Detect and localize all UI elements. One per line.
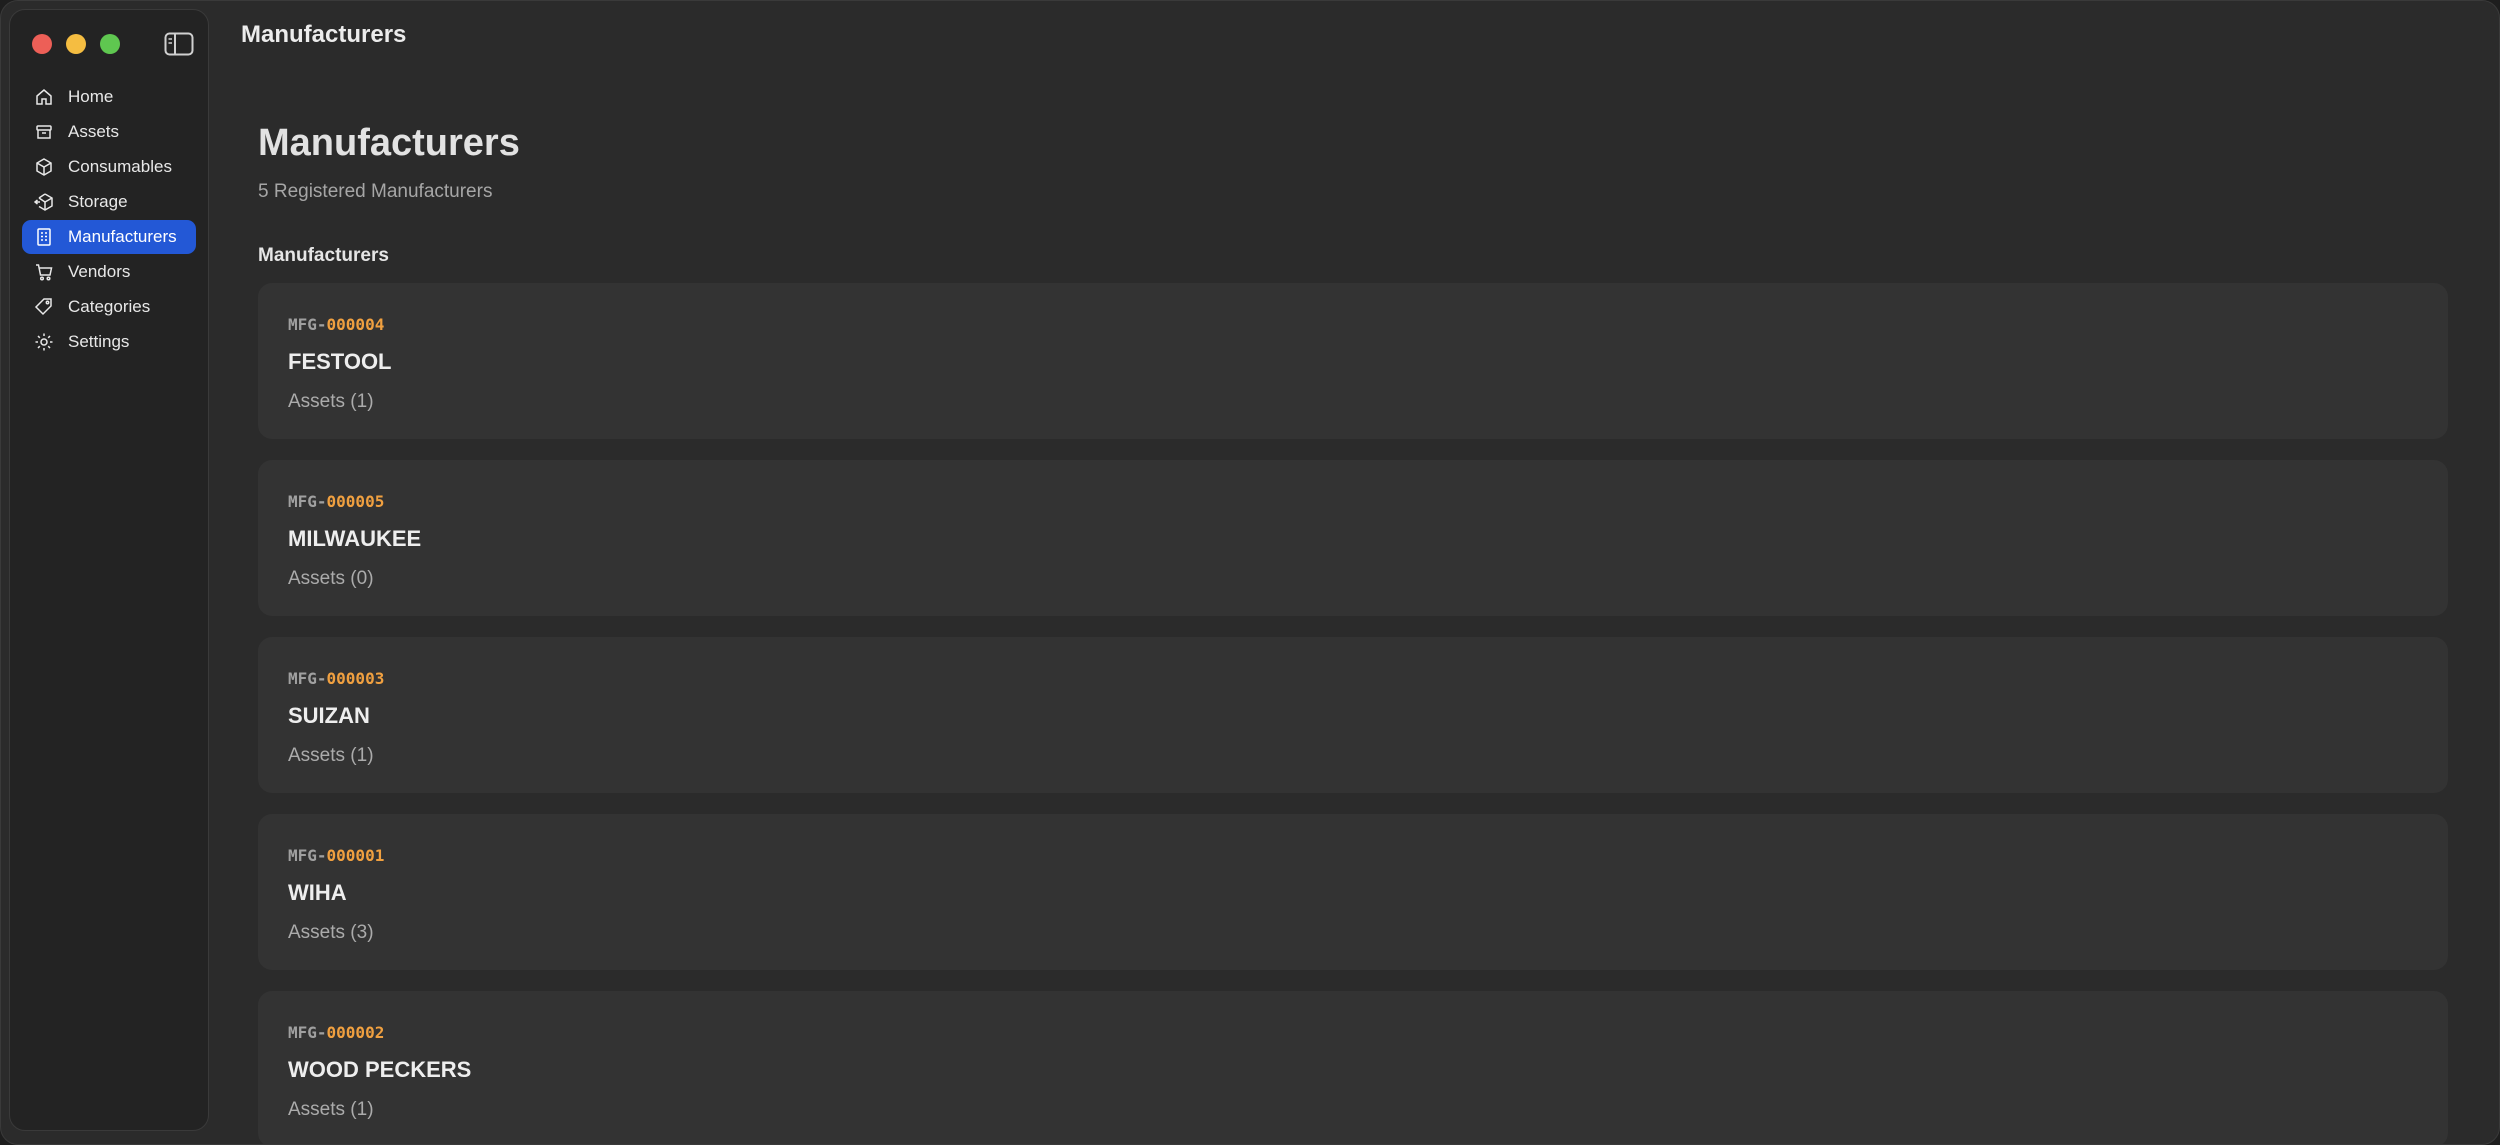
sidebar-item-manufacturers[interactable]: Manufacturers (22, 220, 196, 254)
section-title: Manufacturers (258, 245, 389, 266)
sidebar-item-storage[interactable]: Storage (22, 185, 196, 219)
minimize-window-button[interactable] (66, 34, 86, 54)
sidebar-nav: Home Assets Consumables Storage Manufact… (22, 80, 196, 360)
id-number: 000003 (326, 669, 385, 688)
manufacturer-card-milwaukee[interactable]: MFG-000005 MILWAUKEE Assets (0) (258, 460, 2448, 616)
sidebar-item-consumables[interactable]: Consumables (22, 150, 196, 184)
sidebar-item-label: Storage (68, 192, 128, 211)
app-window: Home Assets Consumables Storage Manufact… (0, 0, 2500, 1145)
id-prefix: MFG- (288, 315, 327, 334)
cube-icon (36, 158, 52, 176)
sidebar-item-home[interactable]: Home (22, 80, 196, 114)
sidebar-item-categories[interactable]: Categories (22, 290, 196, 324)
window-title: Manufacturers (241, 21, 407, 48)
manufacturer-card-suizan[interactable]: MFG-000003 SUIZAN Assets (1) (258, 637, 2448, 793)
id-prefix: MFG- (288, 669, 327, 688)
cart-icon (36, 264, 53, 281)
sidebar-toggle-icon[interactable] (164, 32, 194, 56)
manufacturer-name: SUIZAN (288, 703, 370, 728)
manufacturer-assets: Assets (3) (288, 922, 374, 943)
manufacturer-id: MFG-000002 (288, 1023, 384, 1042)
sidebar-item-label: Categories (68, 297, 151, 316)
sidebar-item-settings[interactable]: Settings (22, 325, 196, 359)
cube-arrow-icon (34, 193, 53, 211)
manufacturer-name: WOOD PECKERS (288, 1057, 472, 1082)
manufacturer-id: MFG-000003 (288, 669, 384, 688)
page-title: Manufacturers (258, 122, 520, 164)
sidebar-item-assets[interactable]: Assets (22, 115, 196, 149)
sidebar-item-label: Manufacturers (68, 227, 177, 246)
sidebar-item-vendors[interactable]: Vendors (22, 255, 196, 289)
id-prefix: MFG- (288, 846, 327, 865)
window-controls (32, 34, 120, 54)
sidebar-item-label: Home (68, 87, 114, 106)
manufacturer-card-wood-peckers[interactable]: MFG-000002 WOOD PECKERS Assets (1) (258, 991, 2448, 1144)
manufacturer-id: MFG-000005 (288, 492, 384, 511)
manufacturer-assets: Assets (1) (288, 1099, 374, 1120)
manufacturer-card-wiha[interactable]: MFG-000001 WIHA Assets (3) (258, 814, 2448, 970)
id-number: 000001 (326, 846, 385, 865)
tag-icon (34, 298, 52, 316)
id-number: 000004 (326, 315, 385, 334)
manufacturer-assets: Assets (1) (288, 391, 374, 412)
sidebar: Home Assets Consumables Storage Manufact… (9, 9, 209, 1131)
house-icon (36, 89, 52, 105)
id-number: 000002 (326, 1023, 385, 1042)
manufacturer-list: MFG-000004 FESTOOL Assets (1) MFG-000005… (258, 283, 2448, 1144)
manufacturer-id: MFG-000001 (288, 846, 384, 865)
main-content: Manufacturers 5 Registered Manufacturers… (258, 113, 2448, 1144)
manufacturer-assets: Assets (0) (288, 568, 374, 589)
archive-box-icon (36, 125, 52, 139)
manufacturer-card-festool[interactable]: MFG-000004 FESTOOL Assets (1) (258, 283, 2448, 439)
gear-icon (35, 333, 53, 351)
manufacturer-id: MFG-000004 (288, 315, 384, 334)
sidebar-item-label: Settings (68, 332, 130, 351)
id-prefix: MFG- (288, 1023, 327, 1042)
building-icon (37, 228, 51, 246)
sidebar-item-label: Assets (68, 122, 120, 141)
id-number: 000005 (326, 492, 385, 511)
zoom-window-button[interactable] (100, 34, 120, 54)
manufacturer-name: MILWAUKEE (288, 526, 422, 551)
close-window-button[interactable] (32, 34, 52, 54)
page-subtitle: 5 Registered Manufacturers (258, 181, 493, 202)
sidebar-item-label: Vendors (68, 262, 131, 281)
manufacturer-name: FESTOOL (288, 349, 392, 374)
id-prefix: MFG- (288, 492, 327, 511)
manufacturer-name: WIHA (288, 880, 347, 905)
sidebar-item-label: Consumables (68, 157, 172, 176)
manufacturer-assets: Assets (1) (288, 745, 374, 766)
